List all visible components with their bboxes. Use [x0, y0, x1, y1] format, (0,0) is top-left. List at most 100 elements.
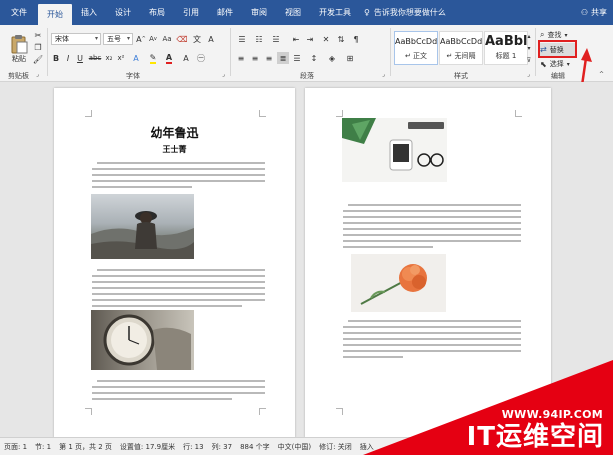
find-magnifier-icon: ⌕: [540, 30, 545, 39]
group-label-styles: 样式: [454, 72, 468, 80]
decrease-indent-icon[interactable]: ⇤: [290, 33, 302, 45]
crop-mark: [85, 110, 92, 117]
sort-icon[interactable]: ⇅: [335, 33, 347, 45]
cut-icon[interactable]: ✂: [33, 30, 43, 40]
copy-icon[interactable]: ❐: [33, 42, 43, 52]
word-window: 文件 开始 插入 设计 布局 引用 邮件 审阅 视图 开发工具 ♀ 告诉我你想要…: [0, 0, 613, 455]
image-carnation[interactable]: [351, 254, 446, 312]
format-painter-icon[interactable]: 🖌: [33, 54, 43, 64]
styles-scroll-down-icon[interactable]: ▾: [525, 43, 533, 54]
shrink-font-icon[interactable]: Av: [148, 33, 158, 45]
photo-illustration: [91, 211, 194, 259]
bold-icon[interactable]: B: [51, 52, 61, 64]
tab-insert[interactable]: 插入: [72, 0, 106, 25]
page-1[interactable]: 幼年鲁迅 王士菁: [54, 88, 295, 438]
italic-icon[interactable]: I: [63, 52, 73, 64]
watch-illustration: [103, 314, 191, 370]
numbering-icon[interactable]: ☷: [252, 33, 266, 45]
tell-me-box[interactable]: ♀ 告诉我你想要做什么: [364, 7, 446, 18]
style-no-spacing[interactable]: AaBbCcDd ↵ 无间隔: [439, 31, 483, 65]
document-title[interactable]: 幼年鲁迅: [54, 124, 295, 141]
style-name: ↵ 无间隔: [446, 52, 476, 60]
align-left-icon[interactable]: ≡: [235, 52, 247, 64]
align-center-icon[interactable]: ≡: [249, 52, 261, 64]
font-color-icon[interactable]: A: [163, 52, 175, 64]
crop-mark: [259, 408, 266, 415]
crop-mark: [336, 110, 343, 117]
styles-more-icon[interactable]: ⊽: [525, 55, 533, 66]
clear-format-icon[interactable]: ⌫: [176, 33, 188, 45]
chevron-down-icon: ▾: [126, 35, 130, 42]
multilevel-list-icon[interactable]: ☱: [269, 33, 283, 45]
font-size-value: 五号: [107, 35, 121, 43]
text-effects-icon[interactable]: A: [130, 52, 142, 64]
style-normal[interactable]: AaBbCcDd ↵ 正文: [394, 31, 438, 65]
status-page-of[interactable]: 第 1 页，共 2 页: [55, 442, 116, 452]
status-position[interactable]: 设置值: 17.9厘米: [116, 442, 179, 452]
chinese-layout-icon[interactable]: ✕: [320, 33, 332, 45]
image-pocket-watch[interactable]: [91, 310, 194, 370]
person-icon: ⚇: [580, 8, 588, 17]
group-label-paragraph: 段落: [300, 72, 314, 80]
status-line[interactable]: 行: 13: [179, 442, 208, 452]
tab-mailings[interactable]: 邮件: [208, 0, 242, 25]
justify-icon[interactable]: ≣: [277, 52, 289, 64]
image-woman-landscape[interactable]: [91, 194, 194, 259]
phonetic-guide-icon[interactable]: 文: [191, 33, 203, 45]
dialog-launcher-icon[interactable]: ⌟: [382, 71, 385, 78]
subscript-icon[interactable]: x₂: [104, 52, 114, 64]
style-heading-1[interactable]: AaBbl 标题 1: [484, 31, 528, 65]
tab-review[interactable]: 审阅: [242, 0, 276, 25]
line-spacing-icon[interactable]: ↕: [307, 52, 321, 64]
font-color-a-icon: A: [165, 52, 173, 64]
highlight-icon[interactable]: ✎: [147, 52, 159, 64]
dialog-launcher-icon[interactable]: ⌟: [36, 71, 39, 78]
status-column[interactable]: 列: 37: [208, 442, 237, 452]
status-page[interactable]: 页面: 1: [0, 442, 31, 452]
dialog-launcher-icon[interactable]: ⌟: [527, 71, 530, 78]
status-section[interactable]: 节: 1: [31, 442, 55, 452]
grow-font-icon[interactable]: A ^: [136, 33, 146, 45]
distributed-icon[interactable]: ☰: [291, 52, 303, 64]
cursor-icon: ⬉: [540, 59, 547, 69]
shading-icon[interactable]: ◈: [325, 52, 339, 64]
ribbon-group-labels: 剪贴板 ⌟ 字体 ⌟ 段落 ⌟ 样式 ⌟ 编辑 ^: [0, 70, 613, 82]
show-marks-icon[interactable]: ¶: [350, 33, 362, 45]
borders-icon[interactable]: ⊞: [343, 52, 357, 64]
align-right-icon[interactable]: ≡: [263, 52, 275, 64]
find-label: 查找: [547, 31, 562, 39]
tab-view[interactable]: 视图: [276, 0, 310, 25]
watermark-brand: IT运维空间: [466, 422, 604, 452]
char-border-icon[interactable]: A: [205, 33, 217, 45]
status-word-count[interactable]: 884 个字: [236, 442, 274, 452]
superscript-icon[interactable]: x²: [116, 52, 126, 64]
enclose-char-icon[interactable]: ㊀: [195, 52, 207, 64]
tab-developer[interactable]: 开发工具: [310, 0, 360, 25]
paste-button[interactable]: 粘贴: [6, 30, 32, 68]
font-size-combo[interactable]: 五号 ▾: [103, 33, 133, 45]
image-desk-flatlay[interactable]: [342, 118, 447, 182]
status-language[interactable]: 中文(中国): [274, 442, 315, 452]
flower-illustration: [360, 264, 427, 305]
char-shading-icon[interactable]: A: [180, 52, 192, 64]
bullets-icon[interactable]: ☰: [235, 33, 249, 45]
tab-home[interactable]: 开始: [38, 4, 72, 25]
collapse-ribbon-icon[interactable]: ^: [599, 71, 604, 78]
tab-layout[interactable]: 布局: [140, 0, 174, 25]
dialog-launcher-icon[interactable]: ⌟: [222, 71, 225, 78]
styles-scroll-up-icon[interactable]: ▴: [525, 31, 533, 42]
change-case-icon[interactable]: Aa: [161, 33, 173, 45]
document-author[interactable]: 王士菁: [54, 144, 295, 155]
crop-mark: [336, 408, 343, 415]
tab-design[interactable]: 设计: [106, 0, 140, 25]
tab-file[interactable]: 文件: [0, 0, 38, 25]
increase-indent-icon[interactable]: ⇥: [304, 33, 316, 45]
crop-mark: [515, 110, 522, 117]
strikethrough-icon[interactable]: abc: [89, 52, 102, 64]
underline-icon[interactable]: U: [75, 52, 85, 64]
status-track-changes[interactable]: 修订: 关闭: [315, 442, 356, 452]
tab-references[interactable]: 引用: [174, 0, 208, 25]
highlight-pen-icon: ✎: [149, 52, 157, 64]
share-button[interactable]: ⚇ 共享: [581, 0, 607, 25]
font-name-combo[interactable]: 宋体 ▾: [51, 33, 101, 45]
